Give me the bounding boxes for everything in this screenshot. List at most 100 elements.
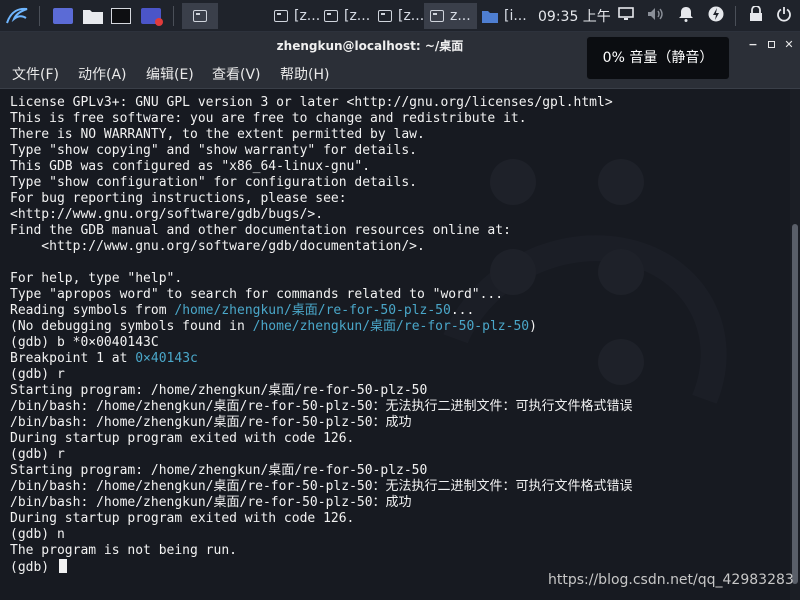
top-panel: [z... [z... [z... z... [i... 09:35 上午 xyxy=(0,0,800,32)
terminal-line: For help, type "help". xyxy=(10,271,633,287)
terminal-text: For help, type "help". xyxy=(10,271,183,286)
terminal-line: /bin/bash: /home/zhengkun/桌面/re-for-50-p… xyxy=(10,415,633,431)
terminal-text: The program is not being run. xyxy=(10,543,237,558)
terminal-text: Type "show copying" and "show warranty" … xyxy=(10,143,417,158)
power-manager-icon[interactable] xyxy=(706,6,726,26)
close-button[interactable]: ✕ xyxy=(782,38,796,52)
taskbar-window-label: [z... xyxy=(294,8,321,24)
power-icon[interactable] xyxy=(774,6,794,26)
terminal-line: There is NO WARRANTY, to the extent perm… xyxy=(10,127,633,143)
terminal-line: (gdb) r xyxy=(10,447,633,463)
panel-separator xyxy=(170,3,176,29)
terminal-icon xyxy=(274,10,288,22)
taskbar-window-label: [z... xyxy=(344,8,371,24)
terminal-text: ... xyxy=(450,303,475,318)
menu-view[interactable]: 查看(V) xyxy=(212,64,261,84)
menu-help[interactable]: 帮助(H) xyxy=(280,64,329,84)
volume-muted-icon[interactable] xyxy=(646,6,666,26)
terminal-line: Type "show copying" and "show warranty" … xyxy=(10,143,633,159)
terminal-text: (gdb) r xyxy=(10,447,65,462)
terminal-text: Type "show configuration" for configurat… xyxy=(10,175,417,190)
terminal-line: During startup program exited with code … xyxy=(10,511,633,527)
volume-osd-text: 0% 音量（静音） xyxy=(602,50,714,66)
terminal-line: (gdb) r xyxy=(10,367,633,383)
taskbar-window-5[interactable]: [i... xyxy=(476,3,533,29)
terminal-line: For bug reporting instructions, please s… xyxy=(10,191,633,207)
terminal-text: Reading symbols from xyxy=(10,303,175,318)
terminal-text: (No debugging symbols found in xyxy=(10,319,253,334)
terminal-line: /bin/bash: /home/zhengkun/桌面/re-for-50-p… xyxy=(10,495,633,511)
terminal-text: This is free software: you are free to c… xyxy=(10,111,527,126)
scrollbar-thumb[interactable] xyxy=(792,224,798,584)
terminal-line: This is free software: you are free to c… xyxy=(10,111,633,127)
terminal-line: (gdb) xyxy=(10,559,633,575)
watermark-text: https://blog.csdn.net/qq_42983283 xyxy=(548,572,794,588)
terminal-text: (gdb) b *0×0040143C xyxy=(10,335,159,350)
screen-recorder-icon[interactable] xyxy=(138,3,164,29)
panel-clock[interactable]: 09:35 上午 xyxy=(538,6,611,26)
terminal-text: <http://www.gnu.org/software/gdb/bugs/>. xyxy=(10,207,324,222)
menu-edit[interactable]: 编辑(E) xyxy=(146,64,194,84)
terminal-text: (gdb) r xyxy=(10,367,65,382)
panel-separator xyxy=(36,3,42,29)
terminal-text: (gdb) xyxy=(10,560,57,575)
terminal-text: ) xyxy=(529,319,537,334)
taskbar-window-2[interactable]: [z... xyxy=(318,3,376,29)
terminal-line: Find the GDB manual and other documentat… xyxy=(10,223,633,239)
menu-actions[interactable]: 动作(A) xyxy=(78,64,127,84)
terminal-text: This GDB was configured as "x86_64-linux… xyxy=(10,159,371,174)
terminal-text: Type "apropos word" to search for comman… xyxy=(10,287,504,302)
terminal-output: License GPLv3+: GNU GPL version 3 or lat… xyxy=(10,95,633,575)
volume-osd: 0% 音量（静音） xyxy=(586,36,730,80)
terminal-text: (gdb) n xyxy=(10,527,65,542)
workspace-1-button[interactable] xyxy=(182,3,218,29)
terminal-area[interactable]: License GPLv3+: GNU GPL version 3 or lat… xyxy=(0,89,790,600)
folder-icon xyxy=(482,10,498,23)
terminal-text: During startup program exited with code … xyxy=(10,511,355,526)
terminal-text: /bin/bash: /home/zhengkun/桌面/re-for-50-p… xyxy=(10,479,633,494)
terminal-line: Starting program: /home/zhengkun/桌面/re-f… xyxy=(10,383,633,399)
terminal-text: Breakpoint 1 at xyxy=(10,351,136,366)
terminal-line: During startup program exited with code … xyxy=(10,431,633,447)
terminal-text: There is NO WARRANTY, to the extent perm… xyxy=(10,127,425,142)
notification-bell-icon[interactable] xyxy=(676,6,696,26)
terminal-line: Type "apropos word" to search for comman… xyxy=(10,287,633,303)
taskbar-window-label: [i... xyxy=(504,8,527,24)
terminal-line: (gdb) b *0×0040143C xyxy=(10,335,633,351)
terminal-line: Starting program: /home/zhengkun/桌面/re-f… xyxy=(10,463,633,479)
terminal-text: /bin/bash: /home/zhengkun/桌面/re-for-50-p… xyxy=(10,495,412,510)
terminal-path-text: /home/zhengkun/桌面/re-for-50-plz-50 xyxy=(252,319,530,334)
terminal-cursor xyxy=(58,559,67,573)
terminal-text: During startup program exited with code … xyxy=(10,431,355,446)
terminal-icon xyxy=(378,10,392,22)
terminal-text: For bug reporting instructions, please s… xyxy=(10,191,347,206)
kali-menu-icon[interactable] xyxy=(4,3,30,29)
terminal-launcher-icon[interactable] xyxy=(108,3,134,29)
panel-separator xyxy=(732,3,738,29)
lock-screen-icon[interactable] xyxy=(746,5,766,26)
minimize-button[interactable]: − xyxy=(746,38,760,52)
terminal-scrollbar[interactable] xyxy=(790,89,800,600)
show-desktop-icon[interactable] xyxy=(50,3,76,29)
terminal-line: This GDB was configured as "x86_64-linux… xyxy=(10,159,633,175)
terminal-line: License GPLv3+: GNU GPL version 3 or lat… xyxy=(10,95,633,111)
menu-file[interactable]: 文件(F) xyxy=(12,64,59,84)
terminal-line: Type "show configuration" for configurat… xyxy=(10,175,633,191)
terminal-line: <http://www.gnu.org/software/gdb/documen… xyxy=(10,239,633,255)
terminal-line: The program is not being run. xyxy=(10,543,633,559)
terminal-line: (gdb) n xyxy=(10,527,633,543)
terminal-icon xyxy=(193,10,207,22)
terminal-line: Reading symbols from /home/zhengkun/桌面/r… xyxy=(10,303,633,319)
display-icon[interactable] xyxy=(616,6,636,26)
terminal-text: /bin/bash: /home/zhengkun/桌面/re-for-50-p… xyxy=(10,415,412,430)
terminal-text: License GPLv3+: GNU GPL version 3 or lat… xyxy=(10,95,613,110)
maximize-button[interactable] xyxy=(764,38,778,52)
terminal-text: Find the GDB manual and other documentat… xyxy=(10,223,511,238)
taskbar-window-label: [z... xyxy=(398,8,425,24)
terminal-path-text: 0×40143c xyxy=(135,351,198,366)
file-manager-icon[interactable] xyxy=(80,3,106,29)
taskbar-window-3[interactable]: [z... xyxy=(372,3,430,29)
taskbar-window-4-active[interactable]: z... xyxy=(424,3,477,29)
terminal-text: /bin/bash: /home/zhengkun/桌面/re-for-50-p… xyxy=(10,399,633,414)
